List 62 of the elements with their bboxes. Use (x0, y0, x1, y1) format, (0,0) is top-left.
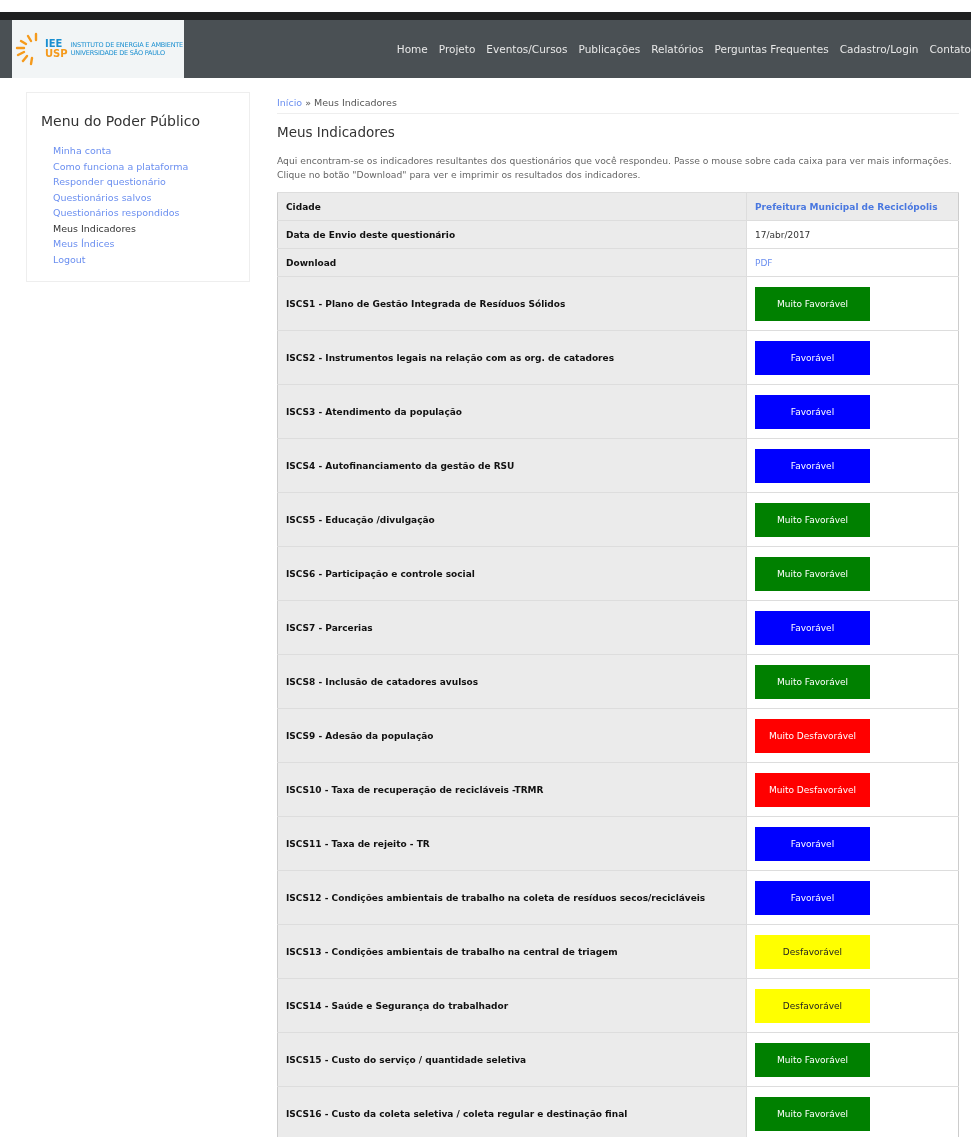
sidebar-link[interactable]: Meus Indicadores (53, 222, 136, 234)
result-badge[interactable]: Favorável (755, 610, 870, 645)
indicator-name: ISCS5 - Educação /divulgação (277, 492, 747, 547)
indicator-name: ISCS12 - Condições ambientais de trabalho na coleta de resíduos secos/recicláveis (277, 870, 747, 925)
sidebar-link[interactable]: Questionários salvos (53, 191, 152, 203)
row-label: Download (277, 248, 747, 277)
row-label: Cidade (277, 192, 747, 221)
intro-text: Aqui encontram-se os indicadores resultantes dos questionários que você respondeu. Passe o mouse sobre cada caixa para ver mais informações. (277, 154, 953, 168)
sidebar-link[interactable]: Meus Índices (53, 238, 115, 249)
logo-mark-text: IEE (45, 39, 64, 49)
result-badge[interactable]: Desfavorável (755, 988, 870, 1023)
nav-link[interactable]: Contato (929, 43, 971, 55)
result-badge[interactable]: Favorável (755, 826, 870, 861)
nav-link[interactable]: Projeto (438, 43, 476, 55)
sidebar-link[interactable]: Responder questionário (53, 176, 166, 187)
result-badge[interactable]: Muito Favorável (755, 1096, 870, 1131)
indicator-name: ISCS9 - Adesão da população (277, 708, 747, 763)
sidebar-link[interactable]: Como funciona a plataforma (53, 160, 189, 172)
sidebar-link[interactable]: Minha conta (53, 145, 112, 156)
result-badge[interactable]: Muito Favorável (755, 286, 870, 321)
result-badge[interactable]: Muito Desfavorável (755, 772, 870, 807)
breadcrumb-current: Meus Indicadores (313, 97, 397, 108)
result-badge[interactable]: Favorável (755, 340, 870, 375)
sidebar-title: Menu do Poder Público (41, 113, 201, 129)
breadcrumb-link[interactable]: Início (277, 97, 303, 108)
result-badge[interactable]: Favorável (755, 880, 870, 915)
result-badge[interactable]: Favorável (755, 394, 870, 429)
nav-link[interactable]: Relatórios (651, 43, 704, 55)
indicator-name: ISCS10 - Taxa de recuperação de recicláveis -TRMR (277, 762, 747, 817)
indicator-name: ISCS4 - Autofinanciamento da gestão de RSU (277, 438, 747, 493)
indicator-name: ISCS2 - Instrumentos legais na relação com as org. de catadores (277, 330, 747, 385)
sidebar-link[interactable]: Questionários respondidos (53, 207, 180, 218)
indicator-name: ISCS7 - Parcerias (277, 600, 747, 655)
result-badge[interactable]: Muito Favorável (755, 664, 870, 699)
nav-link[interactable]: Eventos/Cursos (486, 43, 568, 55)
indicator-name: ISCS3 - Atendimento da população (277, 384, 747, 439)
result-badge[interactable]: Muito Favorável (755, 502, 870, 537)
pdf-link[interactable]: PDF (755, 257, 773, 268)
indicator-name: ISCS11 - Taxa de rejeito - TR (277, 816, 747, 871)
page-title: Meus Indicadores (277, 124, 396, 140)
result-badge[interactable]: Muito Favorável (755, 1042, 870, 1077)
indicator-name: ISCS15 - Custo do serviço / quantidade seletiva (277, 1032, 747, 1087)
breadcrumb-separator: » (305, 97, 311, 108)
result-badge[interactable]: Desfavorável (755, 934, 870, 969)
indicator-name: ISCS16 - Custo da coleta seletiva / coleta regular e destinação final (277, 1086, 747, 1137)
nav-link[interactable]: Perguntas Frequentes (714, 43, 829, 55)
result-badge[interactable]: Favorável (755, 448, 870, 483)
result-badge[interactable]: Muito Favorável (755, 556, 870, 591)
nav-link[interactable]: Home (396, 43, 428, 55)
row-label: Data de Envio deste questionário (277, 220, 747, 249)
indicator-name: ISCS1 - Plano de Gestão Integrada de Resíduos Sólidos (277, 276, 747, 331)
indicator-name: ISCS14 - Saúde e Segurança do trabalhador (277, 978, 747, 1033)
logo-mark-text: USP (45, 49, 68, 59)
indicator-name: ISCS8 - Inclusão de catadores avulsos (277, 654, 747, 709)
indicator-name: ISCS6 - Participação e controle social (277, 546, 747, 601)
result-badge[interactable]: Muito Desfavorável (755, 718, 870, 753)
table-cell: 17/abr/2017 (746, 220, 959, 249)
sidebar-link[interactable]: Logout (53, 253, 86, 265)
nav-link[interactable]: Publicações (578, 43, 641, 55)
indicator-name: ISCS13 - Condições ambientais de trabalho na central de triagem (277, 924, 747, 979)
intro-text: Clique no botão "Download" para ver e imprimir os resultados dos indicadores. (277, 168, 642, 182)
nav-link[interactable]: Cadastro/Login (839, 43, 919, 55)
